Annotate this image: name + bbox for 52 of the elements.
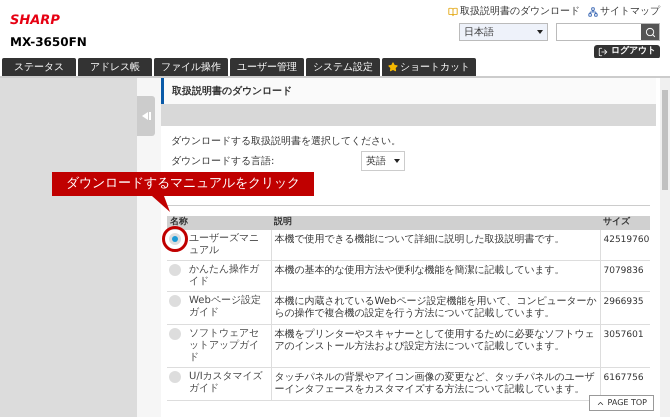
language-select[interactable]: 日本語	[459, 23, 548, 41]
radio-button[interactable]	[169, 264, 181, 276]
caret-icon	[394, 159, 400, 163]
radio-button[interactable]	[169, 371, 181, 383]
manual-name: Webページ設定ガイド	[189, 295, 262, 319]
nav-tab[interactable]: アドレス帳	[78, 58, 152, 76]
search-icon	[644, 26, 656, 38]
collapse-button[interactable]	[137, 96, 155, 136]
manual-name: ユーザーズマニュアル	[189, 233, 260, 257]
language-label: ダウンロードする言語:	[171, 154, 276, 168]
callout-pointer	[152, 196, 170, 212]
model-name: MX-3650FN	[10, 34, 87, 51]
manual-name: U/Iカスタマイズガイド	[189, 371, 264, 395]
manual-download-link[interactable]: 取扱説明書のダウンロード	[448, 4, 580, 19]
search-button[interactable]	[641, 24, 659, 40]
collapse-icon	[141, 111, 151, 121]
table-cell: 本機に内蔵されているWebページ設定機能を用いて、コンピューターからの操作で複合機の設定を行う方法について記載しています。	[274, 296, 596, 319]
sitemap-icon	[588, 6, 598, 16]
table-cell: 6167756	[604, 373, 644, 383]
table-cell: 本機の基本的な使用方法や便利な機能を簡潔に記載しています。	[274, 265, 564, 276]
download-language-select[interactable]: 英語	[361, 151, 405, 171]
book-icon	[448, 6, 458, 16]
table-cell: 3057601	[604, 330, 644, 340]
radio-button[interactable]	[169, 295, 181, 307]
instruction-text: ダウンロードする取扱説明書を選択してください。	[171, 134, 402, 149]
caret-icon	[537, 30, 543, 34]
column-header: 説明	[271, 216, 600, 230]
radio-button[interactable]	[169, 233, 181, 245]
table-cell: 本機をプリンターやスキャナーとして使用するために必要なソフトウェアのインストール方法および設定方法について記載しています。	[274, 329, 594, 352]
column-header: 名称	[167, 216, 271, 230]
page-top-button[interactable]: PAGE TOP	[588, 395, 654, 411]
table-cell: タッチパネルの背景やアイコン画像の変更など、タッチパネルのユーザーインタフェースをカスタマイズする方法について記載しています。	[274, 372, 594, 395]
star-icon	[388, 62, 398, 72]
page-title: 取扱説明書のダウンロード	[172, 84, 292, 98]
nav-tab[interactable]: ファイル操作	[154, 58, 228, 76]
manual-name: ソフトウェアセットアップガイド	[189, 328, 260, 364]
table-cell: 本機で使用できる機能について詳細に説明した取扱説明書です。	[274, 234, 564, 245]
nav-tab[interactable]: ユーザー管理	[230, 58, 304, 76]
table-cell: 7079836	[604, 266, 644, 276]
radio-button[interactable]	[169, 328, 181, 340]
table-cell: 2966935	[604, 297, 644, 307]
logout-icon	[598, 46, 608, 57]
nav-tab[interactable]: ステータス	[2, 58, 76, 76]
search-field[interactable]	[556, 23, 660, 41]
column-header: サイズ	[600, 216, 650, 230]
table-cell: 42519760	[604, 235, 650, 245]
nav-tab[interactable]: システム設定	[306, 58, 380, 76]
manual-name: かんたん操作ガイド	[189, 264, 260, 288]
logout-button[interactable]: ログアウト	[594, 45, 660, 58]
sitemap-link[interactable]: サイトマップ	[588, 4, 660, 19]
logo: SHARP	[10, 14, 61, 27]
nav-tab[interactable]: ショートカット	[382, 58, 476, 76]
